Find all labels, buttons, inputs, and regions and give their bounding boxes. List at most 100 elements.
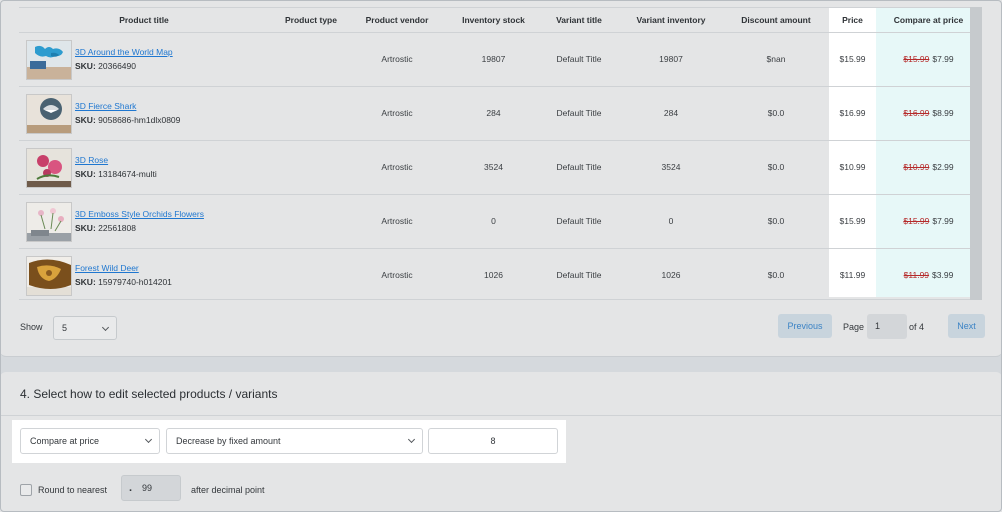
cell-inventory-stock: 3524 [484, 162, 503, 172]
header-inventory-stock: Inventory stock [462, 15, 525, 25]
cell-variant-title: Default Title [556, 162, 602, 172]
field-select[interactable]: Compare at price [20, 428, 160, 454]
old-compare-price: $15.99 [903, 216, 930, 226]
table-row: Forest Wild Deer SKU: 15979740-h014201 A… [19, 249, 982, 303]
cell-inventory-stock: 1026 [484, 270, 503, 280]
product-thumbnail-image [26, 94, 72, 134]
cell-variant-title: Default Title [556, 54, 602, 64]
product-sku: SKU: 15979740-h014201 [75, 277, 172, 287]
cell-compare-at-price: $11.99 $3.99 [876, 249, 981, 302]
decimal-value: 99 [142, 483, 153, 493]
cell-inventory-stock: 19807 [481, 54, 506, 64]
product-sku: SKU: 9058686-hm1dlx0809 [75, 115, 181, 125]
old-compare-price: $10.99 [903, 162, 930, 172]
section-title: 4. Select how to edit selected products … [20, 387, 278, 401]
cell-vendor: Artrostic [381, 162, 413, 172]
product-title-link[interactable]: 3D Rose [75, 155, 108, 165]
cell-product-type [277, 195, 345, 248]
products-table: Product title Product type Product vendo… [19, 7, 982, 300]
section-divider [0, 415, 1002, 416]
product-title-link[interactable]: 3D Emboss Style Orchids Flowers [75, 209, 204, 219]
product-thumbnail-image [26, 40, 72, 80]
cell-product-type [277, 141, 345, 194]
table-scrollbar[interactable] [970, 7, 982, 300]
next-button[interactable]: Next [948, 314, 985, 338]
cell-inventory-stock: 284 [486, 108, 501, 118]
cell-variant-inventory: 1026 [661, 270, 681, 280]
cell-variant-inventory: 284 [663, 108, 679, 118]
header-variant-title: Variant title [556, 15, 602, 25]
rows-per-page-value: 5 [62, 323, 68, 333]
cell-variant-inventory: 0 [668, 216, 674, 226]
header-price: Price [842, 15, 863, 25]
cell-compare-at-price: $15.99 $7.99 [876, 33, 981, 86]
round-to-nearest-checkbox[interactable] [20, 484, 32, 496]
cell-price: $16.99 [839, 108, 866, 118]
cell-variant-inventory: 19807 [659, 54, 683, 64]
cell-vendor: Artrostic [381, 54, 413, 64]
method-select-value: Decrease by fixed amount [176, 436, 281, 446]
cell-compare-at-price: $16.99 $8.99 [876, 87, 981, 140]
decimal-input[interactable]: . 99 [121, 475, 181, 501]
show-label: Show [20, 322, 43, 332]
header-product-type: Product type [285, 15, 337, 25]
product-title-link[interactable]: 3D Fierce Shark [75, 101, 136, 111]
old-compare-price: $16.99 [903, 108, 930, 118]
cell-variant-title: Default Title [556, 270, 602, 280]
cell-inventory-stock: 0 [491, 216, 496, 226]
page-label: Page [843, 322, 865, 332]
cell-discount: $0.0 [767, 108, 785, 118]
field-select-value: Compare at price [30, 436, 100, 446]
table-row: 3D Fierce Shark SKU: 9058686-hm1dlx0809 … [19, 87, 982, 141]
new-compare-price: $8.99 [932, 108, 954, 118]
new-compare-price: $7.99 [932, 216, 954, 226]
table-row: 3D Rose SKU: 13184674-multi Artrostic 35… [19, 141, 982, 195]
new-compare-price: $7.99 [932, 54, 954, 64]
product-title-link[interactable]: Forest Wild Deer [75, 263, 139, 273]
cell-compare-at-price: $10.99 $2.99 [876, 141, 981, 194]
cell-price: $15.99 [839, 216, 866, 226]
cell-vendor: Artrostic [381, 108, 413, 118]
cell-discount: $nan [766, 54, 786, 64]
header-product-title: Product title [119, 15, 169, 25]
old-compare-price: $11.99 [903, 270, 930, 280]
header-compare-at-price: Compare at price [893, 15, 964, 25]
cell-product-type [277, 249, 345, 302]
rows-per-page-select[interactable]: 5 [53, 316, 117, 340]
chevron-down-icon [144, 435, 153, 444]
table-header: Product title Product type Product vendo… [19, 8, 982, 33]
new-compare-price: $3.99 [932, 270, 954, 280]
cell-price: $10.99 [839, 162, 866, 172]
cell-product-type [277, 87, 345, 140]
cell-compare-at-price: $15.99 $7.99 [876, 195, 981, 248]
total-pages-label: of 4 [909, 322, 925, 332]
cell-price: $15.99 [839, 54, 866, 64]
previous-button[interactable]: Previous [778, 314, 832, 338]
edit-options-panel: Compare at price Decrease by fixed amoun… [12, 420, 566, 463]
product-title-link[interactable]: 3D Around the World Map [75, 47, 173, 57]
table-row: 3D Emboss Style Orchids Flowers SKU: 225… [19, 195, 982, 249]
cell-vendor: Artrostic [381, 270, 413, 280]
products-table-card: Product title Product type Product vendo… [0, 0, 1002, 357]
header-product-vendor: Product vendor [365, 15, 429, 25]
cell-price: $11.99 [839, 270, 866, 280]
table-row: 3D Around the World Map SKU: 20366490 Ar… [19, 33, 982, 87]
decimal-point: . [129, 482, 133, 494]
cell-variant-title: Default Title [556, 216, 602, 226]
page-number-input[interactable]: 1 [867, 314, 907, 339]
round-to-nearest-label: Round to nearest [38, 485, 108, 495]
method-select[interactable]: Decrease by fixed amount [166, 428, 423, 454]
cell-discount: $0.0 [767, 162, 785, 172]
product-sku: SKU: 13184674-multi [75, 169, 157, 179]
cell-discount: $0.0 [767, 270, 785, 280]
product-sku: SKU: 20366490 [75, 61, 136, 71]
new-compare-price: $2.99 [932, 162, 954, 172]
header-variant-inventory: Variant inventory [636, 15, 706, 25]
after-decimal-label: after decimal point [191, 485, 265, 495]
product-sku: SKU: 22561808 [75, 223, 136, 233]
cell-variant-title: Default Title [556, 108, 602, 118]
product-thumbnail-image [26, 148, 72, 188]
cell-vendor: Artrostic [381, 216, 413, 226]
product-thumbnail-image [26, 202, 72, 242]
amount-input[interactable]: 8 [428, 428, 558, 454]
